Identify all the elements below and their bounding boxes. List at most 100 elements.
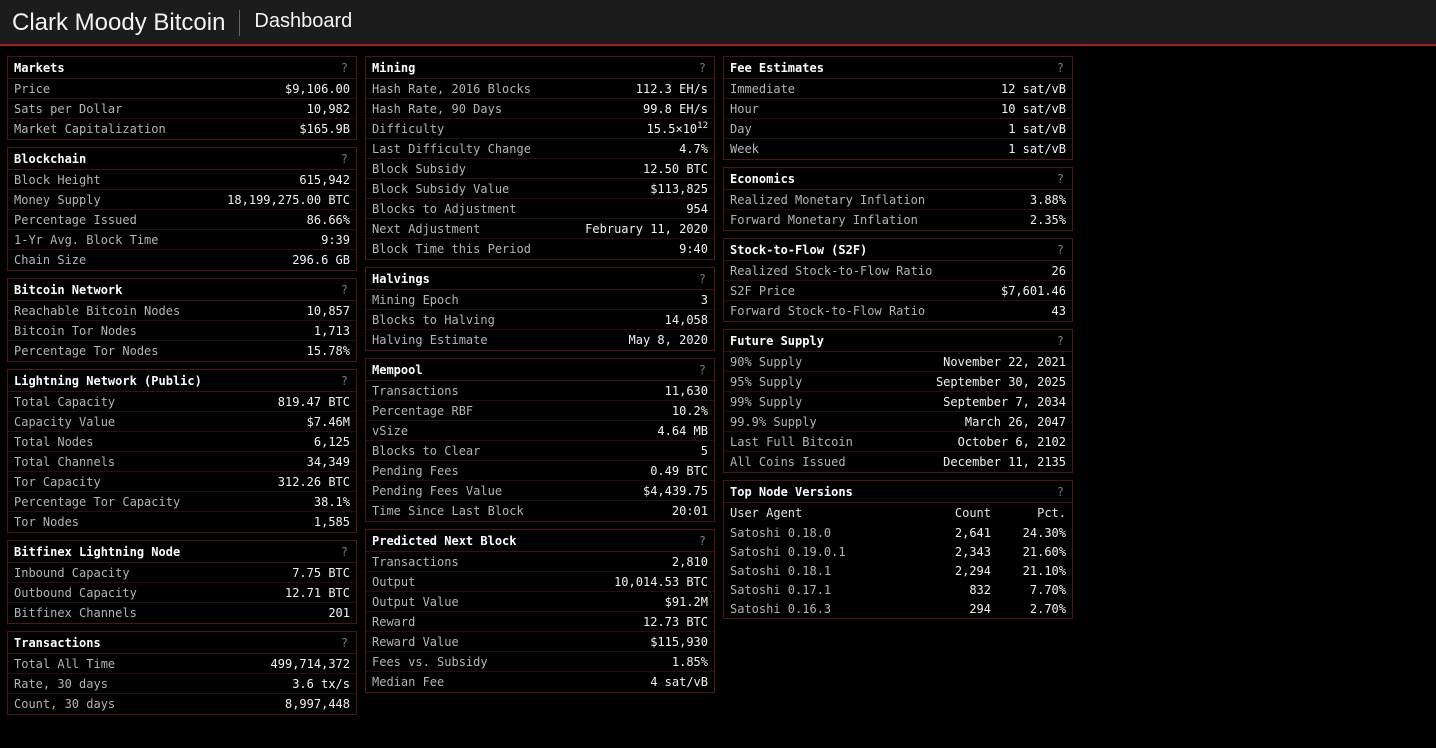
stat-label: 90% Supply — [730, 354, 803, 369]
stat-label: Reward — [372, 614, 416, 629]
version-agent: Satoshi 0.18.0 — [730, 525, 832, 540]
stat-value: 2,810 — [671, 554, 708, 569]
stat-value: 10,982 — [306, 101, 350, 116]
panel-header: Future Supply? — [724, 330, 1072, 352]
panel-title: Economics — [730, 171, 796, 186]
stat-row: Total Capacity 819.47 BTC — [8, 392, 356, 412]
stat-label: Blocks to Halving — [372, 312, 495, 327]
help-icon[interactable]: ? — [1057, 172, 1066, 186]
stat-row: Halving Estimate May 8, 2020 — [366, 330, 714, 350]
help-icon[interactable]: ? — [1057, 243, 1066, 257]
stat-label: Percentage Tor Nodes — [14, 344, 159, 358]
help-icon[interactable]: ? — [1057, 334, 1066, 348]
stat-row: 1-Yr Avg. Block Time 9:39 — [8, 230, 356, 250]
brand-title[interactable]: Clark Moody Bitcoin — [0, 10, 241, 36]
stat-label: Bitfinex Channels — [14, 606, 137, 620]
panel-header: Top Node Versions? — [724, 481, 1072, 503]
help-icon[interactable]: ? — [699, 363, 708, 377]
stat-row: Week 1 sat/vB — [724, 139, 1072, 159]
help-icon[interactable]: ? — [341, 152, 350, 166]
stat-label: Percentage Issued — [14, 212, 137, 227]
stat-row: Day 1 sat/vB — [724, 119, 1072, 139]
panel-title: Top Node Versions — [730, 484, 853, 499]
stat-label: Output Value — [372, 594, 459, 609]
panel-title: Future Supply — [730, 333, 824, 348]
stat-value: 10.2% — [671, 403, 708, 418]
panel-rows: 90% Supply November 22, 2021 95% Supply Sep… — [724, 352, 1072, 472]
help-icon[interactable]: ? — [1057, 485, 1066, 499]
help-icon[interactable]: ? — [341, 283, 350, 297]
stat-label: Block Subsidy — [372, 161, 466, 176]
stat-label: Total Channels — [14, 454, 116, 469]
stat-value: 15.78% — [306, 344, 350, 358]
stat-row: S2F Price $7,601.46 — [724, 281, 1072, 301]
stat-row: Reachable Bitcoin Nodes 10,857 — [8, 301, 356, 321]
panel-title: Bitcoin Network — [14, 282, 123, 297]
stat-value: 1 sat/vB — [1008, 142, 1066, 156]
lightning-panel: Lightning Network (Public)? Total Capaci… — [7, 369, 357, 533]
dashboard-columns: Markets? Price $9,106.00 Sats per Dollar 10… — [7, 56, 1073, 715]
stat-row: Block Height 615,942 — [8, 170, 356, 190]
stat-value: 38.1% — [313, 494, 350, 509]
stat-label: Next Adjustment — [372, 221, 481, 236]
stat-row: Fees vs. Subsidy 1.85% — [366, 652, 714, 672]
stat-value: 10,857 — [306, 303, 350, 318]
panel-rows: Immediate 12 sat/vB Hour 10 sat/vB Day 1 sat/… — [724, 79, 1072, 159]
help-icon[interactable]: ? — [699, 534, 708, 548]
node-versions-header-row: User Agent Count Pct. — [724, 503, 1072, 523]
stat-value: 20:01 — [671, 504, 708, 518]
stat-label: Hash Rate, 90 Days — [372, 101, 503, 116]
panel-header: Predicted Next Block? — [366, 530, 714, 552]
stat-label: Realized Stock-to-Flow Ratio — [730, 263, 933, 278]
stat-label: Day — [730, 121, 752, 136]
column-middle: Mining? Hash Rate, 2016 Blocks 112.3 EH/s… — [365, 56, 715, 715]
stat-label: Total Capacity — [14, 394, 116, 409]
stat-row: Percentage Issued 86.66% — [8, 210, 356, 230]
stat-label: Realized Monetary Inflation — [730, 192, 926, 207]
stat-value: 12.73 BTC — [642, 614, 708, 629]
stat-row: Realized Stock-to-Flow Ratio 26 — [724, 261, 1072, 281]
stat-value: 12.71 BTC — [284, 585, 350, 600]
stat-value: 9:39 — [321, 232, 350, 247]
stat-row: 95% Supply September 30, 2025 — [724, 372, 1072, 392]
stat-label: Pending Fees Value — [372, 483, 503, 498]
help-icon[interactable]: ? — [699, 272, 708, 286]
stat-row: Output Value $91.2M — [366, 592, 714, 612]
panel-header: Economics? — [724, 168, 1072, 190]
stat-label: Mining Epoch — [372, 292, 459, 307]
panel-rows: Total Capacity 819.47 BTC Capacity Value $7… — [8, 392, 356, 532]
version-agent: Satoshi 0.17.1 — [730, 582, 832, 597]
stat-row: Realized Monetary Inflation 3.88% — [724, 190, 1072, 210]
help-icon[interactable]: ? — [699, 61, 708, 75]
help-icon[interactable]: ? — [341, 374, 350, 388]
stat-value: 86.66% — [306, 212, 350, 227]
panel-header: Halvings? — [366, 268, 714, 290]
stat-label: Price — [14, 81, 51, 96]
stat-value: 3 — [700, 292, 708, 307]
stat-row: Total Nodes 6,125 — [8, 432, 356, 452]
stat-label: Hour — [730, 101, 759, 116]
stat-value: $113,825 — [650, 181, 708, 196]
stat-row: Outbound Capacity 12.71 BTC — [8, 583, 356, 603]
stat-value: $115,930 — [650, 634, 708, 649]
version-count: 832 — [969, 582, 991, 597]
blockchain-panel: Blockchain? Block Height 615,942 Money Sup… — [7, 147, 357, 271]
fee-estimates-panel: Fee Estimates? Immediate 12 sat/vB Hour 10 … — [723, 56, 1073, 160]
help-icon[interactable]: ? — [341, 61, 350, 75]
stat-value: 10 sat/vB — [1000, 101, 1066, 116]
help-icon[interactable]: ? — [341, 545, 350, 559]
stat-value: 499,714,372 — [270, 656, 350, 671]
version-count: 294 — [969, 601, 991, 616]
stat-value: 15.5×1012 — [647, 121, 708, 136]
transactions-panel: Transactions? Total All Time 499,714,372 R… — [7, 631, 357, 715]
stat-row: Block Subsidy Value $113,825 — [366, 179, 714, 199]
stat-label: Tor Capacity — [14, 474, 101, 489]
help-icon[interactable]: ? — [341, 636, 350, 650]
stat-row: Blocks to Clear 5 — [366, 441, 714, 461]
stat-value: November 22, 2021 — [943, 354, 1066, 369]
stat-value: 9:40 — [679, 242, 708, 256]
column-right: Fee Estimates? Immediate 12 sat/vB Hour 10 … — [723, 56, 1073, 715]
mempool-panel: Mempool? Transactions 11,630 Percentage RB… — [365, 358, 715, 522]
help-icon[interactable]: ? — [1057, 61, 1066, 75]
column-header-pct: Pct. — [1037, 506, 1066, 520]
